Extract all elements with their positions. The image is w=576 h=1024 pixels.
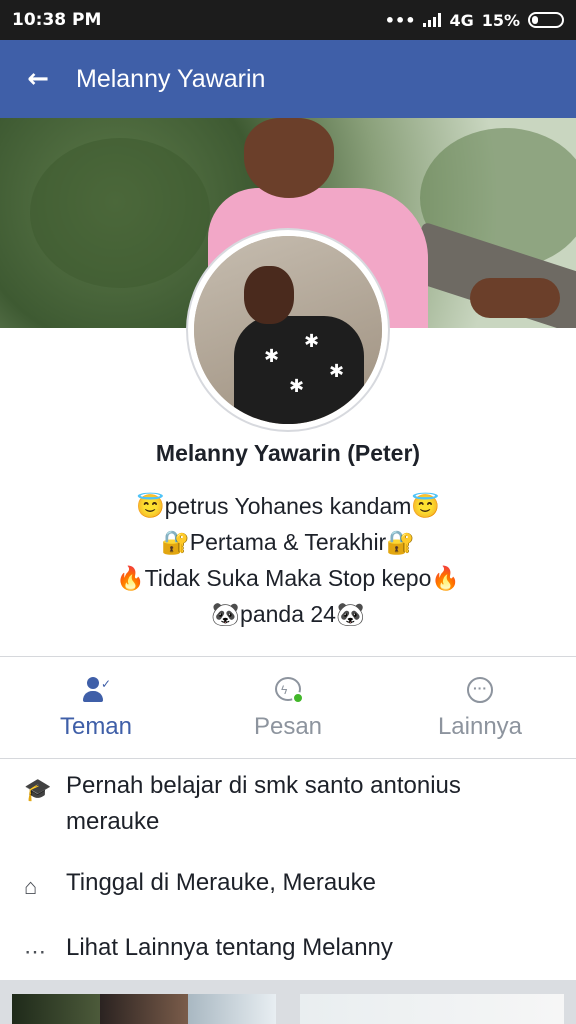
friends-label: Teman: [59, 713, 133, 740]
battery-percent: 15%: [481, 10, 520, 30]
friends-button[interactable]: ✓ Teman: [0, 658, 192, 758]
profile-actions: ✓ Teman ϟ Pesan ··· Lainnya: [0, 658, 576, 758]
back-button[interactable]: ←: [0, 40, 76, 118]
profile-info: 🎓 Pernah belajar di smk santo antonius m…: [0, 768, 576, 970]
message-label: Pesan: [253, 713, 323, 740]
info-see-more[interactable]: ⋯ Lihat Lainnya tentang Melanny: [0, 930, 576, 970]
profile-bio: 😇petrus Yohanes kandam😇 🔐Pertama & Terak…: [0, 488, 576, 632]
bio-line: 😇petrus Yohanes kandam😇: [135, 493, 441, 519]
profile-name: Melanny Yawarin (Peter): [155, 440, 421, 466]
photo-thumbnail[interactable]: [12, 994, 100, 1024]
profile-picture[interactable]: ✱ ✱ ✱ ✱: [186, 228, 390, 432]
more-icon: ⋯: [24, 939, 46, 964]
messenger-icon: ϟ: [273, 675, 304, 705]
bio-line: 🔥Tidak Suka Maka Stop kepo🔥: [115, 565, 461, 591]
photo-thumbnail[interactable]: [300, 994, 564, 1024]
app-bar-title: Melanny Yawarin: [76, 64, 266, 93]
info-education[interactable]: 🎓 Pernah belajar di smk santo antonius m…: [0, 768, 576, 840]
home-icon: ⌂: [24, 874, 38, 899]
photo-thumbnail[interactable]: [100, 994, 188, 1024]
more-button[interactable]: ··· Lainnya: [384, 658, 576, 758]
battery-icon: [528, 12, 564, 28]
bio-line: 🐼panda 24🐼: [211, 601, 365, 627]
info-education-text: Pernah belajar di smk santo antonius mer…: [66, 772, 461, 835]
avatar: ✱ ✱ ✱ ✱: [194, 236, 382, 424]
info-see-more-text: Lihat Lainnya tentang Melanny: [66, 934, 393, 961]
divider: [0, 758, 576, 759]
network-type: 4G: [449, 10, 474, 30]
divider: [0, 656, 576, 657]
photos-strip: [0, 980, 576, 1024]
info-home[interactable]: ⌂ Tinggal di Merauke, Merauke: [0, 865, 576, 905]
notification-dots-icon: •••: [384, 10, 416, 30]
education-icon: 🎓: [24, 777, 52, 802]
status-time: 10:38 PM: [12, 10, 102, 30]
app-bar: ← Melanny Yawarin: [0, 40, 576, 118]
more-icon: ···: [465, 675, 495, 705]
more-label: Lainnya: [437, 713, 523, 740]
photo-thumbnail[interactable]: [188, 994, 276, 1024]
status-bar: 10:38 PM ••• 4G 15%: [0, 0, 576, 40]
bio-line: 🔐Pertama & Terakhir🔐: [161, 529, 415, 555]
friends-icon: ✓: [81, 675, 111, 705]
status-indicators: ••• 4G 15%: [385, 11, 564, 30]
signal-icon: [423, 13, 442, 27]
arrow-left-icon: ←: [27, 64, 49, 94]
info-home-text: Tinggal di Merauke, Merauke: [66, 869, 376, 896]
message-button[interactable]: ϟ Pesan: [192, 658, 384, 758]
